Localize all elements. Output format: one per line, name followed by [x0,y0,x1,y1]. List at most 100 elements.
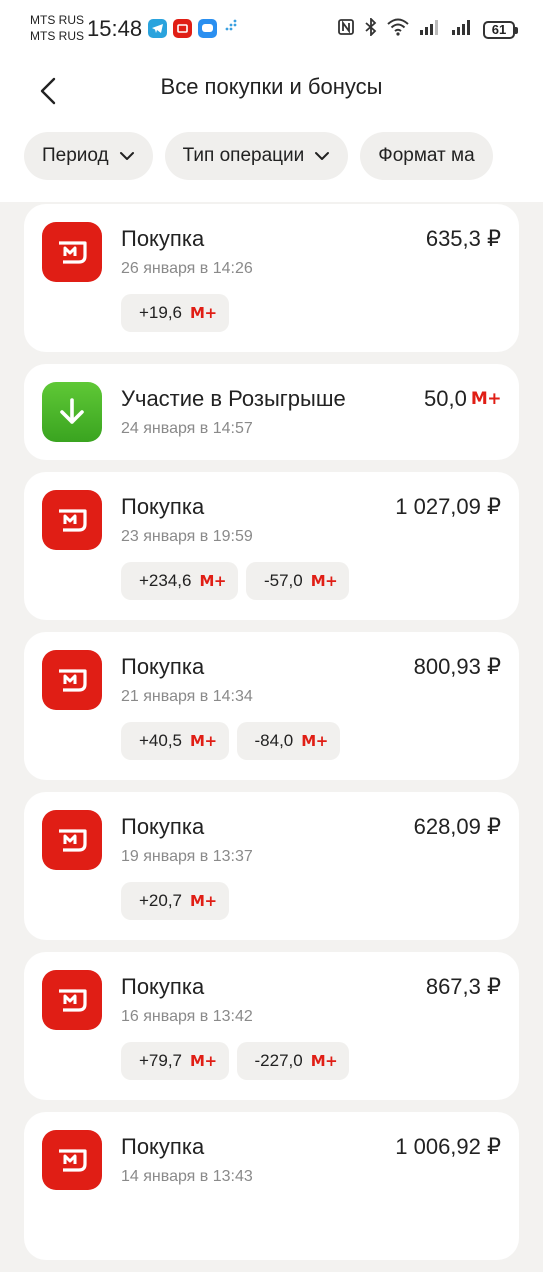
transaction-date: 21 января в 14:34 [121,688,253,705]
bluetooth-icon [365,16,377,41]
signal-icon-1 [419,18,441,41]
transaction-title: Покупка [121,654,205,679]
download-arrow-icon [42,382,102,442]
transaction-date: 24 января в 14:57 [121,420,253,437]
transaction-title: Участие в Розыгрыше [121,386,346,411]
bonus-value: -84,0 [254,731,294,750]
transaction-amount: 50,0 М+ [424,386,502,412]
dots-icon [223,19,237,38]
carrier-2: MTS RUS [30,29,84,43]
bonus-value: +234,6 [139,571,192,590]
status-bar: MTS RUS MTS RUS 15:48 61 [0,0,543,62]
bonus-chip: +234,6 М+ [121,562,238,600]
mplus-icon: М+ [301,732,328,750]
bonus-chip: -84,0 М+ [236,722,340,760]
bonus-chip: -57,0 М+ [245,562,350,600]
bonus-value: +40,5 [139,731,183,750]
notification-icons [148,19,237,38]
transaction-title: Покупка [121,974,205,999]
bonus-list: +19,6 М+ [121,294,229,332]
transaction-amount: 635,3 ₽ [426,226,501,252]
amount-value: 1 006,92 ₽ [395,1134,501,1159]
transaction-card[interactable]: Участие в Розыгрыше 24 января в 14:57 50… [24,364,519,460]
filter-period[interactable]: Период [24,132,153,180]
mplus-icon: М+ [470,389,502,409]
chevron-down-icon [119,152,134,160]
bonus-value: -227,0 [254,1051,303,1070]
mplus-icon: М+ [310,1052,338,1070]
magnit-logo-icon [42,1130,102,1190]
amount-value: 800,93 ₽ [413,654,501,679]
nfc-icon [337,18,355,41]
bonus-chip: +20,7 М+ [121,882,229,920]
filter-store-format[interactable]: Формат ма [360,132,493,180]
bonus-chip: +19,6 М+ [121,294,229,332]
magnit-logo-icon [42,490,102,550]
page-header: Все покупки и бонусы Период Тип операции… [0,62,543,202]
wifi-icon [387,18,409,41]
bonus-chip: -227,0 М+ [236,1042,350,1080]
mplus-icon: М+ [190,1052,217,1070]
mplus-icon: М+ [310,572,338,590]
transaction-title: Покупка [121,1134,205,1159]
transaction-title: Покупка [121,226,205,251]
filter-store-format-label: Формат ма [378,145,475,166]
bonus-value: +79,7 [139,1051,183,1070]
magnit-logo-icon [42,222,102,282]
system-icons: 61 [337,16,518,41]
transaction-date: 16 января в 13:42 [121,1008,253,1025]
bonus-list: +40,5 М+ -84,0 М+ [121,722,340,760]
amount-value: 1 027,09 ₽ [395,494,501,519]
transaction-card[interactable]: Покупка 23 января в 19:59 1 027,09 ₽ +23… [24,472,519,620]
page-title: Все покупки и бонусы [160,74,383,99]
amount-value: 867,3 ₽ [425,974,501,999]
carrier-1: MTS RUS [30,13,84,27]
bonus-value: -57,0 [263,571,303,590]
transaction-date: 14 января в 13:43 [121,1168,253,1185]
transaction-amount: 1 006,92 ₽ [395,1134,501,1160]
transaction-amount: 800,93 ₽ [414,654,501,680]
amount-value: 635,3 ₽ [425,226,501,251]
transaction-card[interactable]: Покупка 14 января в 13:43 1 006,92 ₽ [24,1112,519,1260]
telegram-icon [148,19,167,38]
transaction-amount: 628,09 ₽ [414,814,501,840]
transaction-amount: 1 027,09 ₽ [395,494,501,520]
filter-operation-type[interactable]: Тип операции [164,132,349,180]
signal-icon-2 [451,18,473,41]
transaction-card[interactable]: Покупка 16 января в 13:42 867,3 ₽ +79,7 М… [24,952,519,1100]
battery-indicator: 61 [483,20,518,39]
transactions-list: Покупка 26 января в 14:26 635,3 ₽ +19,6 М… [24,204,519,1272]
carrier-labels: MTS RUS MTS RUS [30,12,84,44]
chevron-down-icon [315,152,330,160]
bonus-chip: +40,5 М+ [121,722,229,760]
amount-value: 50,0 [424,386,467,411]
clock: 15:48 [87,16,143,41]
transaction-date: 23 января в 19:59 [121,528,253,545]
mplus-icon: М+ [190,304,217,322]
bonus-list: +20,7 М+ [121,882,229,920]
magnit-logo-icon [42,650,102,710]
magnit-app-icon [173,19,192,38]
magnit-logo-icon [42,970,102,1030]
messenger-icon [198,19,217,38]
transaction-title: Покупка [121,814,205,839]
bonus-chip: +79,7 М+ [121,1042,229,1080]
filter-operation-type-label: Тип операции [182,145,305,166]
transaction-title: Покупка [121,494,205,519]
mplus-icon: М+ [199,572,226,590]
magnit-logo-icon [42,810,102,870]
bonus-value: +20,7 [139,891,183,910]
bonus-value: +19,6 [139,303,183,322]
transaction-date: 19 января в 13:37 [121,848,253,865]
transaction-card[interactable]: Покупка 19 января в 13:37 628,09 ₽ +20,7… [24,792,519,940]
filter-period-label: Период [42,145,109,166]
transaction-card[interactable]: Покупка 21 января в 14:34 800,93 ₽ +40,5… [24,632,519,780]
transaction-card[interactable]: Покупка 26 января в 14:26 635,3 ₽ +19,6 М… [24,204,519,352]
mplus-icon: М+ [190,892,217,910]
bonus-list: +79,7 М+ -227,0 М+ [121,1042,350,1080]
mplus-icon: М+ [190,732,217,750]
filter-chips: Период Тип операции Формат ма [24,132,493,180]
transaction-amount: 867,3 ₽ [426,974,501,1000]
amount-value: 628,09 ₽ [413,814,501,839]
transaction-date: 26 января в 14:26 [121,260,253,277]
